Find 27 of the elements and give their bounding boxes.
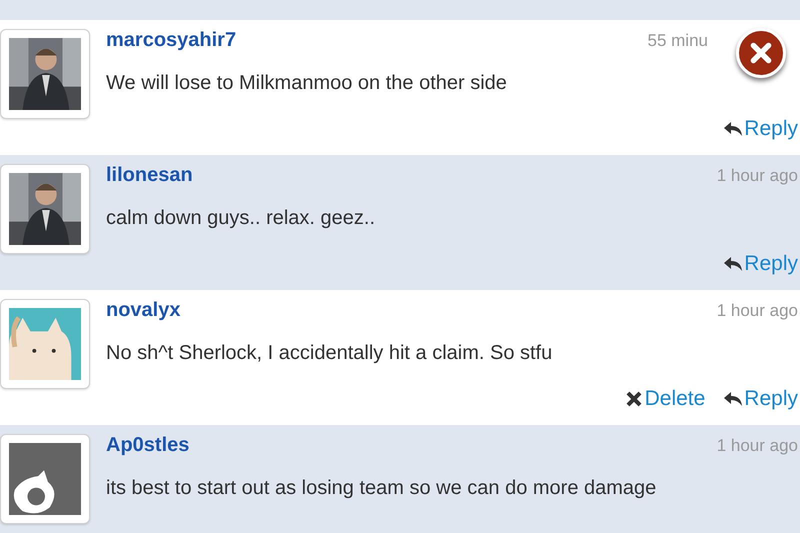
avatar[interactable] (0, 29, 90, 119)
comment-text: No sh^t Sherlock, I accidentally hit a claim. So stfu (106, 342, 554, 365)
cross-icon (624, 391, 644, 407)
username[interactable]: marcosyahir7 (106, 29, 236, 52)
cat-drawing (9, 308, 81, 380)
delete-button[interactable]: Delete (624, 387, 706, 411)
reply-button[interactable]: Reply (723, 387, 798, 411)
timestamp: 1 hour ago (716, 436, 798, 456)
reply-button[interactable]: Reply (723, 252, 798, 276)
timestamp: 1 hour ago (716, 166, 798, 186)
timestamp: 55 minu (648, 31, 708, 51)
comment-text: calm down guys.. relax. geez.. (106, 207, 376, 230)
moon-logo-icon (9, 443, 81, 515)
reply-button[interactable]: Reply (723, 117, 798, 141)
username[interactable]: Ap0stles (106, 434, 190, 457)
reply-arrow-icon (723, 121, 744, 137)
comment-text: We will lose to Milkmanmoo on the other side (106, 72, 508, 95)
reply-arrow-icon (723, 391, 744, 407)
comment-text: its best to start out as losing team so we can do more damage (106, 477, 658, 500)
timestamp: 1 hour ago (716, 301, 798, 321)
avatar[interactable] (0, 164, 90, 254)
avatar[interactable] (0, 434, 90, 524)
reply-arrow-icon (723, 256, 744, 272)
username[interactable]: novalyx (106, 299, 180, 322)
close-icon (748, 40, 774, 66)
username[interactable]: lilonesan (106, 164, 193, 187)
close-button[interactable] (736, 28, 786, 78)
